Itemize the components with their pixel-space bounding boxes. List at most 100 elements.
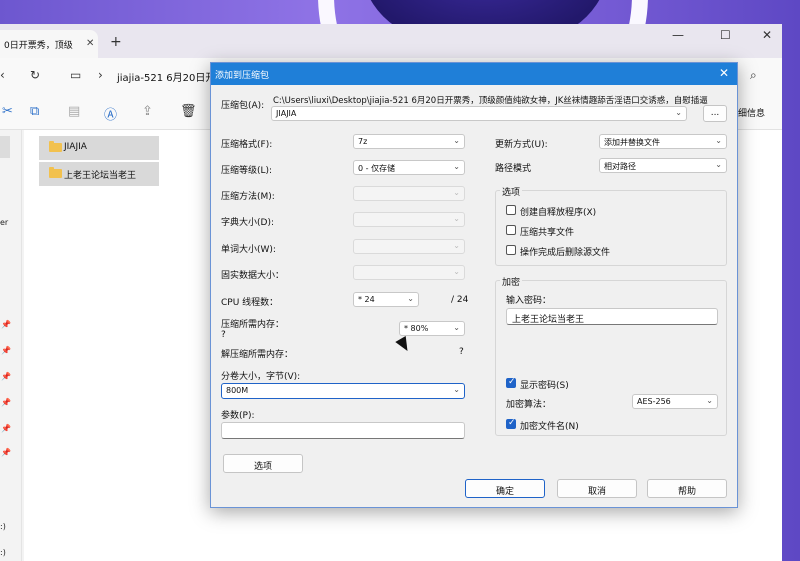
sidebar-label[interactable]: er (0, 218, 8, 227)
chevron-down-icon: ⌄ (715, 136, 722, 145)
refresh-icon[interactable]: ↻ (30, 68, 40, 82)
password-label: 输入密码： (506, 296, 552, 306)
browse-button[interactable]: ... (703, 105, 727, 122)
chevron-down-icon: ⌄ (453, 267, 460, 276)
sidebar-selection (0, 136, 10, 158)
options-button[interactable]: 选项 (223, 454, 303, 473)
explorer-tab[interactable]: 0日开票秀，顶级 (0, 30, 98, 58)
chevron-down-icon: ⌄ (715, 160, 722, 169)
algorithm-label: 加密算法： (506, 400, 552, 410)
checkbox-box (506, 377, 516, 388)
address-path[interactable]: jiajia-521 6月20日开 (117, 69, 215, 84)
archive-path: C:\Users\liuxi\Desktop\jiajia-521 6月20日开… (273, 96, 708, 106)
paste-icon[interactable]: ▤ (68, 104, 80, 119)
split-size-combo[interactable]: 800M ⌄ (221, 383, 465, 399)
chevron-down-icon: ⌄ (453, 136, 460, 145)
checkbox-box (506, 205, 516, 215)
pin-icon: 📌 (1, 448, 11, 457)
level-label: 压缩等级(L): (221, 166, 273, 176)
cpu-threads-value: * 24 (358, 295, 375, 304)
close-icon[interactable]: ✕ (762, 28, 772, 42)
cpu-threads-total: / 24 (451, 295, 469, 305)
minimize-icon[interactable]: — (672, 28, 684, 42)
level-value: 0 - 仅存储 (358, 164, 396, 173)
sidebar-label[interactable]: :) (0, 548, 6, 557)
method-label: 压缩方法(M): (221, 192, 275, 202)
format-label: 压缩格式(F): (221, 140, 273, 150)
format-select[interactable]: 7z ⌄ (353, 134, 465, 149)
memory-label: 压缩所需内存： (221, 320, 285, 330)
folder-icon (49, 167, 62, 178)
show-password-label: 显示密码(S) (520, 381, 569, 391)
memory-usage-value: * 80% (404, 324, 429, 333)
cpu-threads-label: CPU 线程数： (221, 298, 279, 308)
algorithm-select[interactable]: AES-256 ⌄ (632, 394, 718, 409)
arrow-left-icon[interactable]: ‹ (0, 68, 5, 82)
dialog-title: 添加到压缩包 (215, 71, 270, 81)
checkbox-box (506, 418, 516, 429)
archive-name-value: JIAJIA (276, 109, 297, 118)
password-input[interactable]: 上老王论坛当老王 (506, 308, 718, 325)
copy-icon[interactable]: ⧉ (30, 104, 39, 119)
pin-icon: 📌 (1, 372, 11, 381)
new-tab-icon[interactable]: + (110, 34, 122, 50)
decompress-memory-label: 解压缩所需内存： (221, 350, 294, 360)
list-item-label: JIAJIA (64, 142, 87, 152)
maximize-icon[interactable]: ☐ (720, 28, 731, 42)
cut-icon[interactable]: ✂ (2, 104, 13, 119)
pin-icon: 📌 (1, 398, 11, 407)
chevron-down-icon: ⌄ (675, 108, 682, 117)
chevron-down-icon: ⌄ (453, 323, 460, 332)
list-item[interactable]: 上老王论坛当老王 (39, 162, 159, 186)
dialog-title-bar: 添加到压缩包 ✕ (211, 63, 737, 85)
chevron-down-icon: ⌄ (453, 214, 460, 223)
pin-icon: 📌 (1, 320, 11, 329)
memory-usage-select[interactable]: * 80% ⌄ (399, 321, 465, 336)
sidebar-label[interactable]: :) (0, 522, 6, 531)
details-button[interactable]: 细信息 (738, 106, 765, 119)
add-to-archive-dialog: 添加到压缩包 ✕ 压缩包(A): C:\Users\liuxi\Desktop\… (210, 62, 738, 508)
split-size-label: 分卷大小，字节(V): (221, 372, 301, 382)
chevron-right-icon: › (98, 68, 103, 82)
solid-size-select[interactable]: ⌄ (353, 265, 465, 280)
decompress-memory-value: ? (459, 347, 464, 357)
path-mode-value: 相对路径 (604, 162, 636, 171)
explorer-tab-title: 0日开票秀，顶级 (4, 41, 73, 51)
dialog-close-icon[interactable]: ✕ (719, 66, 729, 80)
update-mode-select[interactable]: 添加并替换文件 ⌄ (599, 134, 727, 149)
search-icon[interactable]: ⌕ (750, 68, 757, 83)
chevron-down-icon: ⌄ (453, 385, 460, 394)
options-group-title: 选项 (500, 185, 523, 198)
folder-icon (49, 141, 62, 152)
dictionary-select[interactable]: ⌄ (353, 212, 465, 227)
level-select[interactable]: 0 - 仅存储 ⌄ (353, 160, 465, 175)
algorithm-value: AES-256 (637, 397, 671, 406)
share-icon[interactable]: ⇪ (142, 104, 153, 119)
cpu-threads-select[interactable]: * 24 ⌄ (353, 292, 419, 307)
chevron-down-icon: ⌄ (453, 188, 460, 197)
tab-close-icon[interactable]: ✕ (86, 38, 94, 49)
ok-button[interactable]: 确定 (465, 479, 545, 498)
delete-icon[interactable]: 🗑 (180, 104, 197, 119)
path-mode-select[interactable]: 相对路径 ⌄ (599, 158, 727, 173)
rename-icon[interactable]: Ⓐ (104, 104, 117, 123)
help-button[interactable]: 帮助 (647, 479, 727, 498)
list-item[interactable]: JIAJIA (39, 136, 159, 160)
method-select[interactable]: ⌄ (353, 186, 465, 201)
chevron-down-icon: ⌄ (407, 294, 414, 303)
delete-after-label: 操作完成后删除源文件 (520, 248, 611, 258)
monitor-icon: ▭ (70, 68, 82, 82)
options-group: 选项 创建自释放程序(X) 压缩共享文件 操作完成后删除源文件 (495, 185, 727, 266)
pin-icon: 📌 (1, 424, 11, 433)
cancel-button[interactable]: 取消 (557, 479, 637, 498)
format-value: 7z (358, 137, 368, 146)
encryption-group: 加密 输入密码： 上老王论坛当老王 显示密码(S) 加密算法： AES-256 … (495, 275, 727, 436)
parameters-input[interactable] (221, 422, 465, 439)
explorer-tab-bar: 0日开票秀，顶级 ✕ + — ☐ ✕ (0, 24, 782, 58)
word-size-select[interactable]: ⌄ (353, 239, 465, 254)
checkbox-box (506, 225, 516, 235)
solid-size-label: 固实数据大小： (221, 271, 285, 281)
archive-name-combo[interactable]: JIAJIA ⌄ (271, 106, 687, 121)
encrypt-names-label: 加密文件名(N) (520, 422, 579, 432)
word-size-label: 单词大小(W): (221, 245, 276, 255)
